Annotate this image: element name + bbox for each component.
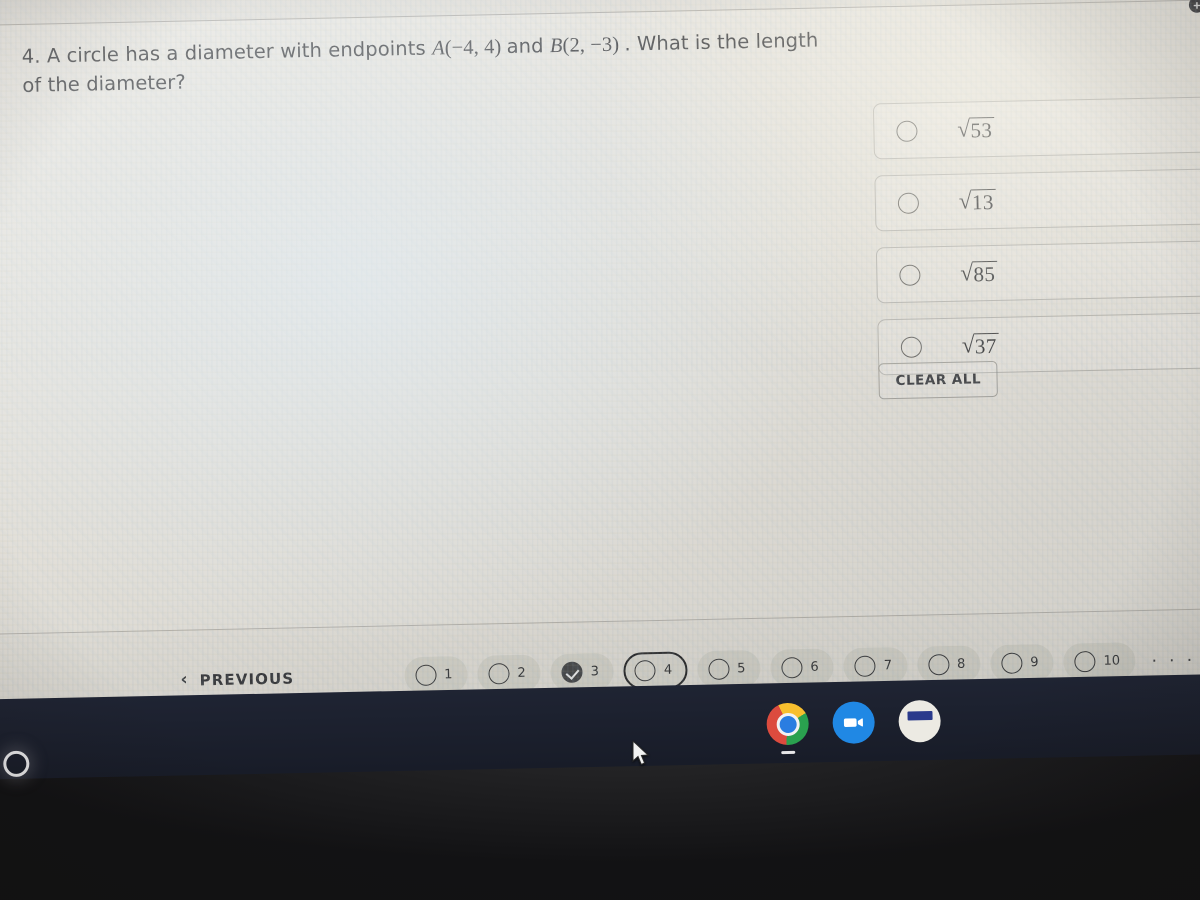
answer-option-label: √ 53 [957,115,995,142]
pagination-number: 1 [444,667,453,683]
check-circle-icon [561,661,583,683]
previous-button[interactable]: ‹ PREVIOUS [180,668,295,690]
previous-button-label: PREVIOUS [199,668,295,689]
question-status-icon [927,653,950,676]
question-status-icon [1074,650,1096,673]
point-a-label: A [431,37,445,60]
pagination-number: 7 [883,658,893,674]
laptop-screen-photo: hp ...HEME [0,0,1200,900]
question-text-line-2: of the diameter? [22,70,187,98]
pagination-item-4[interactable]: 4 [623,651,688,690]
app-running-indicator [781,750,796,755]
question-status-icon [1001,652,1023,674]
radicand: 53 [969,116,995,142]
pagination-number: 10 [1103,653,1121,669]
pagination-number: 4 [663,662,673,678]
pagination-number: 6 [810,659,819,675]
pagination-item-9[interactable]: 9 [989,643,1054,683]
radio-button-icon[interactable] [900,335,923,358]
question-status-icon [414,664,437,686]
answer-option-label: √ 85 [960,259,998,286]
question-status-icon [634,660,657,682]
app-caption [919,727,921,733]
pagination-item-5[interactable]: 5 [696,649,761,689]
pagination-item-2[interactable]: 2 [477,654,542,693]
question-status-icon [781,657,803,679]
radio-button-icon[interactable] [896,120,918,142]
arrow-pointer-icon [632,741,650,766]
question-number: 4. [21,44,41,68]
chevron-left-icon: ‹ [180,669,189,690]
radicand: 85 [972,260,998,286]
pagination-item-8[interactable]: 8 [916,645,981,684]
screen-content: ...HEME ZOOM [0,0,1200,734]
pagination-item-3[interactable]: 3 [550,652,615,692]
point-b-coords: (2, −3) [562,33,620,57]
app-banner [906,710,933,721]
radicand: 37 [973,332,999,358]
answer-option[interactable]: √ 13 [874,167,1200,232]
answer-options-list: √ 53 √ 13 √ 85 √ 37 [872,95,1200,391]
question-text-part-2: . What is the length [624,28,819,56]
question-status-icon [854,655,876,677]
question-conjunction: and [506,34,544,58]
pagination-number: 3 [590,664,600,680]
answer-option-label: √ 37 [961,331,999,358]
radio-button-icon[interactable] [897,192,920,214]
clear-all-button[interactable]: CLEAR ALL [878,360,999,400]
point-a-coords: (−4, 4) [444,36,502,60]
pagination-item-7[interactable]: 7 [843,646,908,686]
pagination-item-1[interactable]: 1 [403,655,468,695]
question-prompt: 4. A circle has a diameter with endpoint… [21,25,902,100]
question-status-icon [708,658,730,680]
pagination-number: 5 [737,661,746,677]
question-text-part-1: A circle has a diameter with endpoints [46,36,427,68]
classroom-app-icon[interactable] [898,699,942,743]
pagination-item-6[interactable]: 6 [770,648,835,687]
question-status-icon [488,663,510,685]
radio-button-icon[interactable] [899,263,921,286]
answer-option-label: √ 13 [958,187,996,214]
answer-option[interactable]: √ 53 [872,95,1200,160]
answer-option[interactable]: √ 85 [875,239,1200,304]
pagination-number: 8 [956,656,966,672]
add-circle-icon[interactable]: + [1188,0,1200,13]
point-b-label: B [549,34,563,58]
launcher-circle-icon[interactable] [3,750,30,778]
pagination-number: 2 [517,665,526,681]
pagination-overflow[interactable]: · · · [1151,649,1196,671]
pagination-item-10[interactable]: 10 [1063,642,1136,681]
zoom-icon[interactable] [832,701,876,745]
pagination-number: 9 [1030,655,1039,671]
chrome-icon[interactable] [766,702,810,755]
radicand: 13 [970,188,996,214]
